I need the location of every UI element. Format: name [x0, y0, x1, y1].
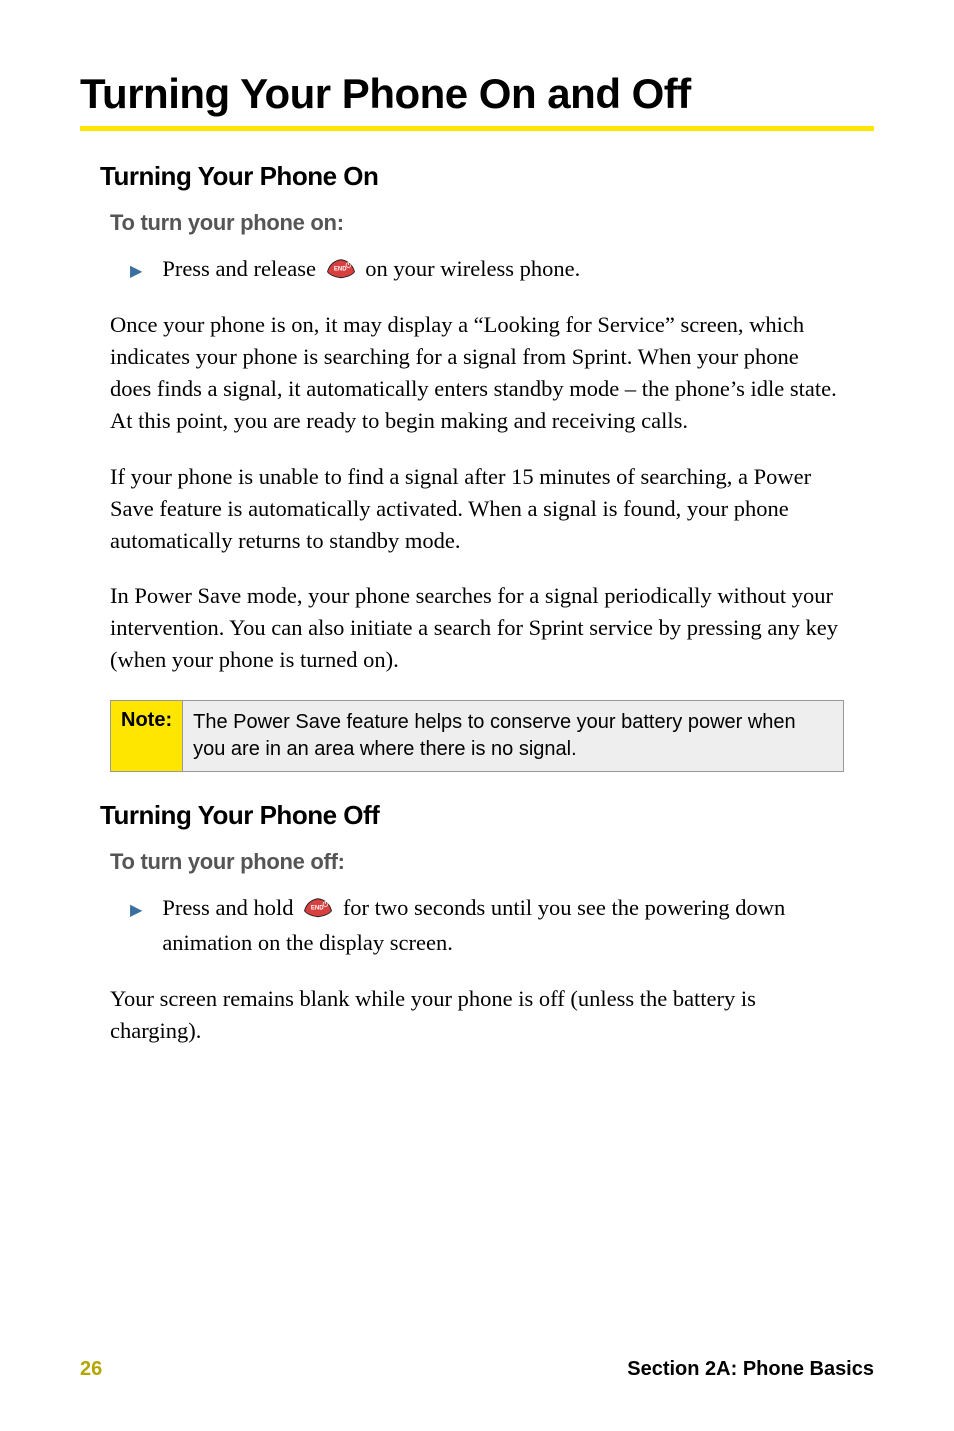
- bullet-text-off: Press and hold END for two seconds until…: [162, 891, 844, 961]
- page-number: 26: [80, 1358, 102, 1381]
- lead-turn-on: To turn your phone on:: [110, 210, 874, 236]
- bullet-turn-off: ▶ Press and hold END for two seconds unt…: [130, 891, 844, 961]
- bullet-turn-on: ▶ Press and release END on your wireless…: [130, 252, 844, 287]
- end-key-icon: END: [303, 895, 333, 919]
- svg-text:END: END: [334, 266, 347, 272]
- bullet-on-pre: Press and release: [162, 256, 321, 281]
- note-box: Note: The Power Save feature helps to co…: [110, 700, 844, 772]
- para-on-2: If your phone is unable to find a signal…: [110, 461, 844, 557]
- lead-turn-off: To turn your phone off:: [110, 849, 874, 875]
- svg-text:END: END: [311, 906, 324, 912]
- end-key-icon: END: [326, 256, 356, 280]
- page-footer: 26 Section 2A: Phone Basics: [80, 1358, 874, 1381]
- bullet-arrow-icon: ▶: [130, 260, 142, 285]
- note-label: Note:: [111, 701, 183, 771]
- bullet-off-pre: Press and hold: [162, 895, 299, 920]
- bullet-on-post: on your wireless phone.: [365, 256, 580, 281]
- page-title: Turning Your Phone On and Off: [80, 70, 874, 118]
- bullet-text-on: Press and release END on your wireless p…: [162, 252, 844, 287]
- para-on-1: Once your phone is on, it may display a …: [110, 309, 844, 437]
- heading-turn-on: Turning Your Phone On: [100, 161, 874, 192]
- section-label: Section 2A: Phone Basics: [627, 1358, 874, 1381]
- note-body: The Power Save feature helps to conserve…: [183, 701, 843, 771]
- para-on-3: In Power Save mode, your phone searches …: [110, 580, 844, 676]
- bullet-arrow-icon: ▶: [130, 899, 142, 924]
- para-off-1: Your screen remains blank while your pho…: [110, 983, 844, 1047]
- heading-turn-off: Turning Your Phone Off: [100, 800, 874, 831]
- title-rule: [80, 126, 874, 131]
